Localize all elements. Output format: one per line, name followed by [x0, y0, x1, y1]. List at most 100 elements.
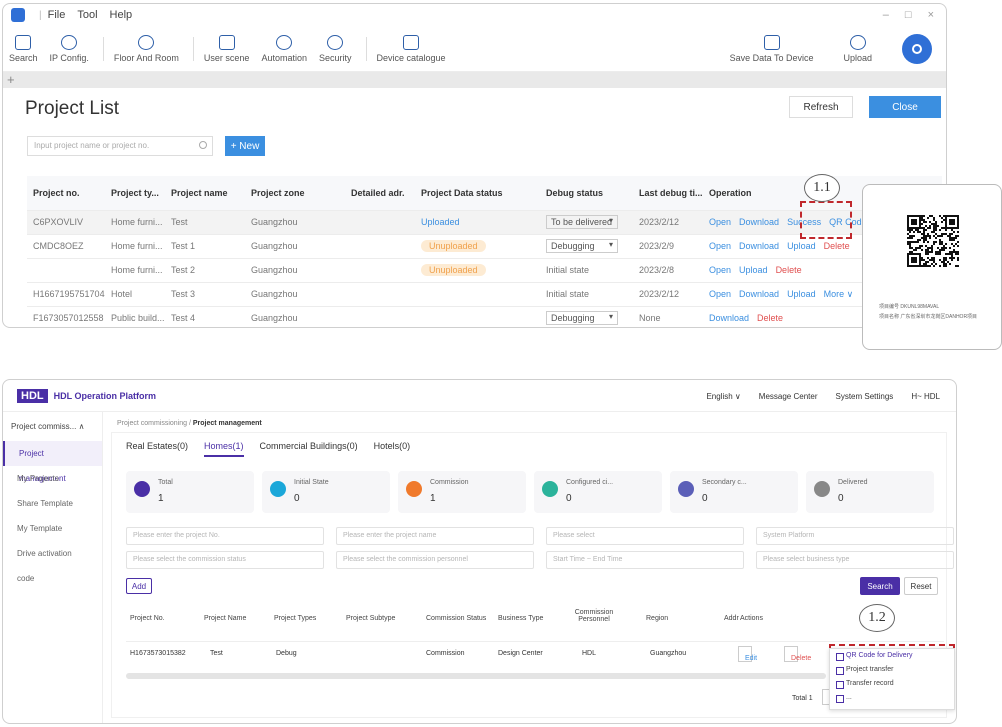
tab-hotels[interactable]: Hotels(0) [374, 441, 411, 457]
menu-transfer-record[interactable]: Transfer record [830, 677, 954, 691]
system-platform-filter[interactable]: System Platform [756, 527, 954, 545]
op-more-link[interactable]: More ∨ [824, 289, 854, 299]
table-row[interactable]: H1667195751704 Hotel Test 3 Guangzhou Initia… [27, 281, 942, 306]
op-upload-link[interactable]: Upload [739, 265, 768, 275]
cell-project-name: Test 4 [165, 305, 245, 327]
cell-project-no [27, 257, 105, 282]
tab-homes[interactable]: Homes(1) [204, 441, 244, 457]
op-open-link[interactable]: Open [709, 265, 731, 275]
debug-status-select[interactable]: Debugging [546, 311, 618, 326]
stat-value: 1 [158, 493, 164, 504]
toolbar-security[interactable]: Security [319, 34, 352, 63]
menu-file[interactable]: File [48, 9, 66, 21]
table-row[interactable]: F1673057012558 Public build... Test 4 Guang… [27, 305, 942, 327]
cell-detailed-addr [345, 209, 415, 234]
op-open-link[interactable]: Open [709, 217, 731, 227]
toolbar-ip-config[interactable]: IP Config. [50, 34, 89, 63]
menu-project-transfer[interactable]: Project transfer [830, 663, 954, 677]
cell-detailed-addr [345, 257, 415, 282]
sidebar-item-project-management[interactable]: Project management [3, 441, 102, 483]
toolbar-automation[interactable]: Automation [261, 34, 307, 63]
toolbar-floor-and-room[interactable]: Floor And Room [114, 34, 179, 63]
stat-card[interactable]: Secondary c... 0 [670, 471, 798, 513]
toolbar-device-catalogue[interactable]: Device catalogue [377, 34, 446, 63]
menu-more[interactable]: ... [830, 691, 954, 705]
tab-real-estates[interactable]: Real Estates(0) [126, 441, 188, 457]
debug-status-select[interactable]: Debugging [546, 239, 618, 253]
toolbar-user-scene[interactable]: User scene [204, 34, 249, 63]
breadcrumb-parent[interactable]: Project commissioning / [117, 420, 191, 427]
col-commission-personnel: Commission Personnel [574, 609, 614, 623]
stat-card[interactable]: Commission 1 [398, 471, 526, 513]
message-center[interactable]: Message Center [759, 392, 818, 401]
op-upload-link[interactable]: Upload [787, 241, 816, 251]
cell-project-zone: Guangzhou [245, 209, 345, 234]
op-download-link[interactable]: Download [739, 241, 779, 251]
stat-card[interactable]: Total 1 [126, 471, 254, 513]
operation-platform-window: HDL HDL Operation Platform English ∨ Mes… [2, 379, 957, 724]
stat-label: Delivered [838, 479, 868, 486]
table-header: Project No. Project Name Project Types P… [126, 603, 944, 641]
select-filter[interactable]: Please select [546, 527, 744, 545]
op-upload-link[interactable]: Upload [787, 289, 816, 299]
edit-button[interactable]: Edit [738, 646, 757, 662]
cell-last-debug: 2023/2/12 [633, 281, 703, 306]
table-row[interactable]: Home furni... Test 2 Guangzhou Unuploaded In… [27, 257, 942, 282]
menu-help[interactable]: Help [110, 9, 133, 21]
op-open-link[interactable]: Open [709, 289, 731, 299]
commission-personnel-filter[interactable]: Please select the commission personnel [336, 551, 534, 569]
col-project-types: Project Types [274, 615, 317, 622]
search-button[interactable]: Search [860, 577, 900, 595]
op-download-link[interactable]: Download [709, 313, 749, 323]
system-settings[interactable]: System Settings [836, 392, 894, 401]
op-open-link[interactable]: Open [709, 241, 731, 251]
language-select[interactable]: English ∨ [706, 392, 740, 401]
add-tab-button[interactable]: + [7, 72, 15, 87]
user-menu[interactable]: H~ HDL [911, 392, 940, 401]
user-icon [912, 44, 922, 54]
business-type-filter[interactable]: Please select business type [756, 551, 954, 569]
stat-card[interactable]: Configured ci... 0 [534, 471, 662, 513]
op-delete-link[interactable]: Delete [757, 313, 783, 323]
sidebar-item-my-template[interactable]: My Template [3, 516, 102, 541]
stat-card[interactable]: Initial State 0 [262, 471, 390, 513]
op-delete-link[interactable]: Delete [776, 265, 802, 275]
project-no-filter[interactable]: Please enter the project No. [126, 527, 324, 545]
minimize-icon[interactable]: – [883, 9, 889, 21]
toolbar-save-data[interactable]: Save Data To Device [730, 35, 813, 63]
close-button[interactable]: Close [869, 96, 941, 118]
sidebar-item-share-template[interactable]: Share Template [3, 491, 102, 516]
horizontal-scrollbar[interactable] [126, 673, 826, 679]
sidebar-item-activation-code[interactable]: Drive activation code [3, 541, 102, 583]
cell-last-debug: 2023/2/12 [633, 209, 703, 234]
toolbar-search[interactable]: Search [9, 34, 38, 63]
op-download-link[interactable]: Download [739, 289, 779, 299]
debug-status-select[interactable]: To be delivered [546, 215, 618, 229]
refresh-button[interactable]: Refresh [789, 96, 853, 118]
tab-commercial-buildings[interactable]: Commercial Buildings(0) [260, 441, 358, 457]
stat-icon [678, 481, 694, 497]
commission-status-filter[interactable]: Please select the commission status [126, 551, 324, 569]
op-download-link[interactable]: Download [739, 217, 779, 227]
avatar[interactable] [902, 34, 932, 64]
project-search-input[interactable]: Input project name or project no. [27, 136, 213, 156]
project-name-filter[interactable]: Please enter the project name [336, 527, 534, 545]
delete-button[interactable]: Delete [784, 646, 811, 662]
date-range-filter[interactable]: Start Time ~ End Time [546, 551, 744, 569]
toolbar-upload[interactable]: Upload [843, 35, 872, 63]
op-delete-link[interactable]: Delete [824, 241, 850, 251]
menu-qr-code-for-delivery[interactable]: QR Code for Delivery [830, 649, 954, 663]
sidebar-item-my-projects[interactable]: My Projects [3, 466, 102, 491]
close-icon[interactable]: × [928, 9, 934, 21]
new-project-button[interactable]: + New [225, 136, 265, 156]
cell-debug-status: Debugging [540, 305, 633, 327]
menu-tool[interactable]: Tool [77, 9, 97, 21]
add-button[interactable]: Add [126, 578, 152, 594]
col-project-zone: Project zone [245, 176, 345, 210]
maximize-icon[interactable]: □ [905, 9, 912, 21]
stat-card[interactable]: Delivered 0 [806, 471, 934, 513]
sidebar-group-project-commissioning[interactable]: Project commiss... ∧ [3, 412, 102, 441]
reset-button[interactable]: Reset [904, 577, 938, 595]
cell-project-type: Hotel [105, 281, 165, 306]
qr-project-no: 项目编号 DKUNL98MAVAL [879, 304, 940, 310]
